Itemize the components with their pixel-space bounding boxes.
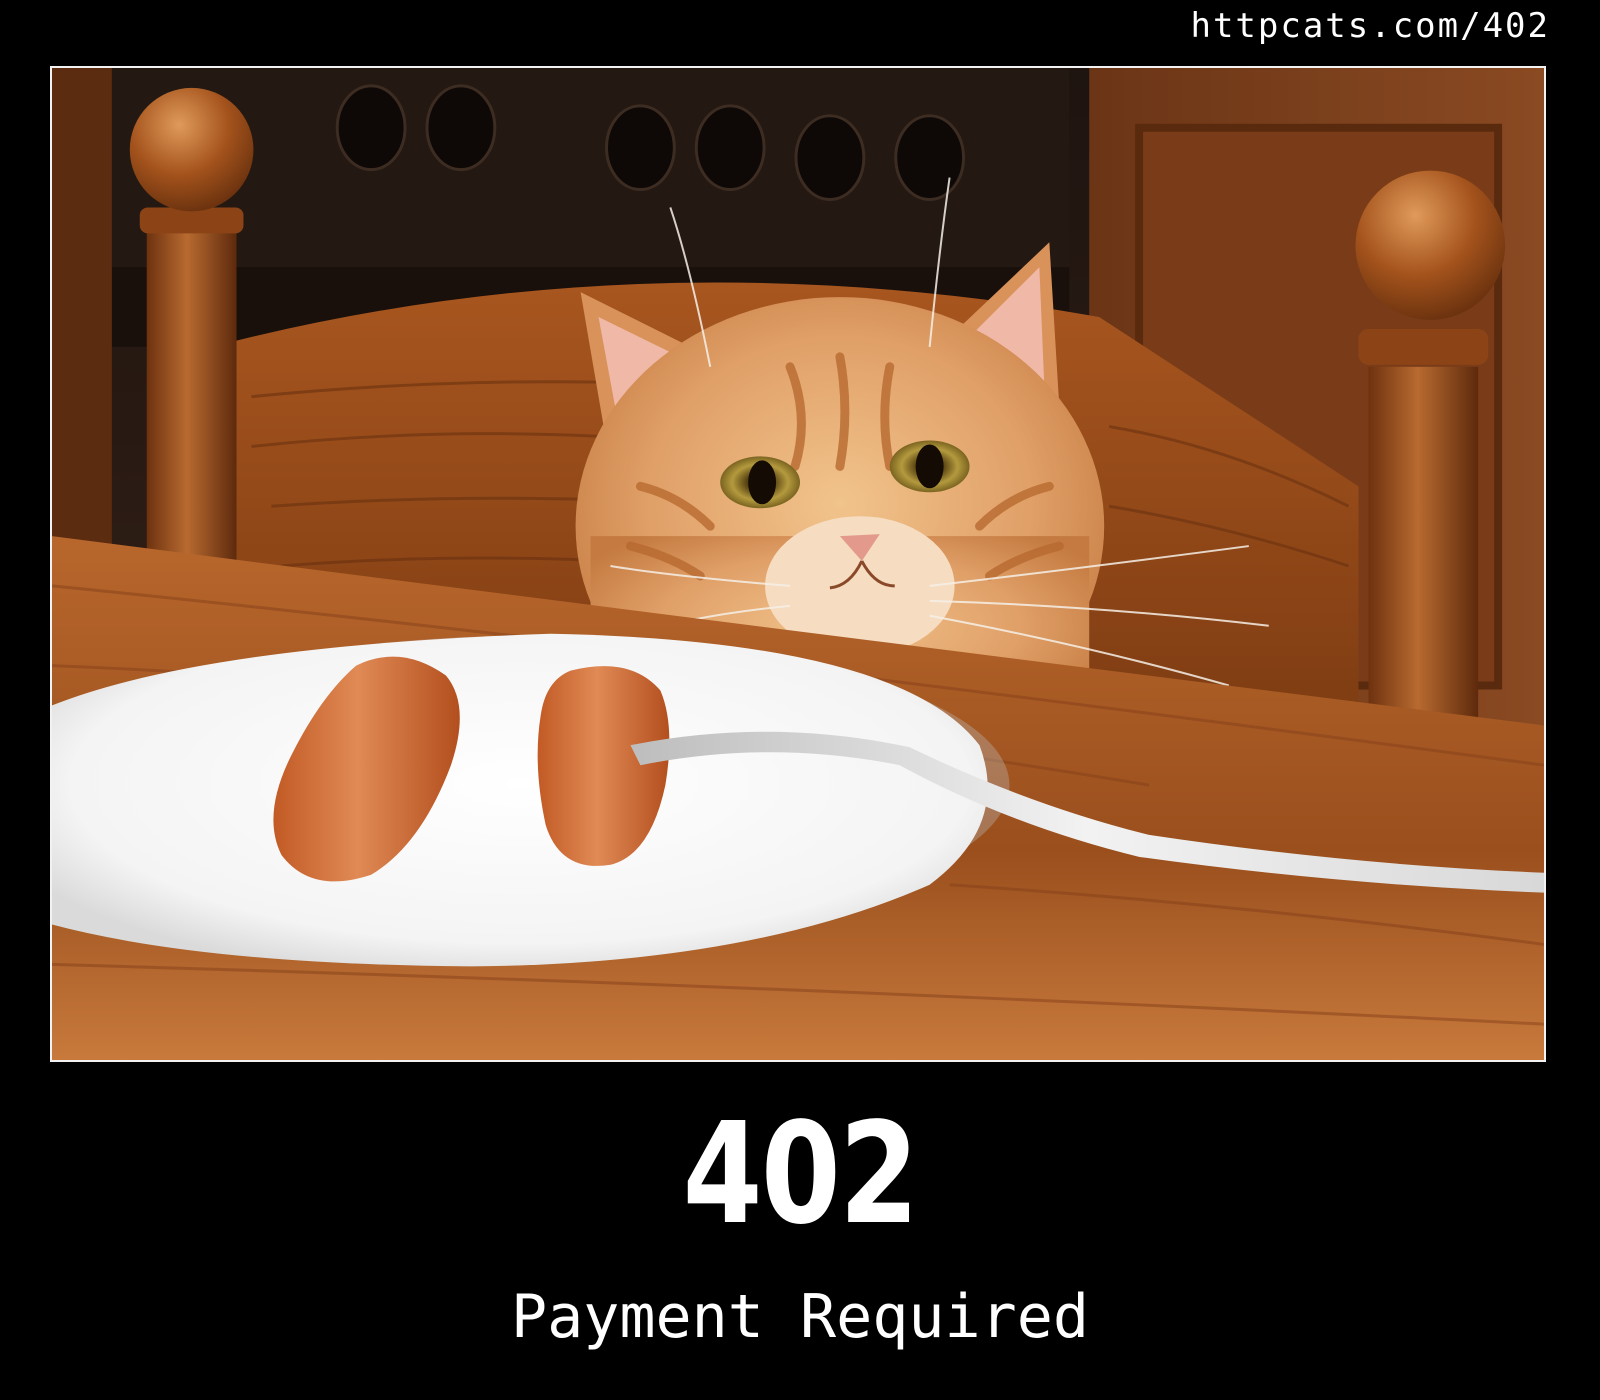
status-message: Payment Required xyxy=(511,1282,1089,1352)
cat-photo xyxy=(50,66,1546,1062)
status-code: 402 xyxy=(682,1093,919,1256)
cat-photo-illustration xyxy=(52,68,1544,1060)
site-url[interactable]: httpcats.com/402 xyxy=(1190,6,1550,46)
page: httpcats.com/402 402 Payment Required xyxy=(0,0,1600,1400)
